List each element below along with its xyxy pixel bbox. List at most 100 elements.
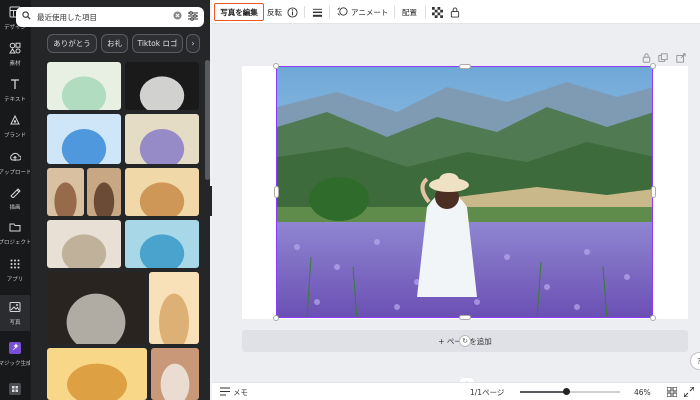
toolbar-divider (394, 6, 395, 18)
rail-item-folder[interactable]: プロジェクト (0, 215, 32, 251)
chip-label: Tiktok ロゴ (137, 39, 178, 48)
folder-icon (9, 221, 21, 236)
page-count[interactable]: 1/1ページ (470, 386, 504, 398)
thumb-woman-lavender[interactable] (125, 114, 199, 164)
rail-item-label: ブランド (3, 132, 26, 139)
brand-icon (9, 114, 21, 129)
rail-item-draw[interactable]: 描画 (0, 180, 30, 216)
search-value: 最近使用した項目 (37, 12, 97, 22)
share-page-icon[interactable] (675, 52, 687, 64)
top-toolbar: 写真を編集 反転 アニメート 配置 (212, 0, 700, 24)
more-apps-icon (9, 382, 21, 398)
draw-icon (9, 186, 21, 201)
animate-label: アニメート (351, 7, 389, 17)
resize-handle-top-right[interactable] (650, 63, 656, 69)
photo-icon (9, 301, 21, 316)
rail-item-apps[interactable]: アプリ (0, 252, 30, 288)
thumb-woman-field[interactable] (47, 220, 121, 268)
toolbar-divider (425, 6, 426, 18)
line-weight-icon[interactable] (312, 3, 323, 21)
apps-icon (9, 258, 21, 273)
rail-item-label: 描画 (9, 204, 21, 211)
resize-handle-bottom-right[interactable] (650, 315, 656, 321)
resize-handle-right[interactable] (651, 186, 656, 198)
zoom-slider-fill (520, 391, 566, 393)
position-label: 配置 (402, 7, 417, 17)
rail-item-label: 素材 (9, 60, 21, 67)
resize-handle-bottom-left[interactable] (273, 315, 279, 321)
info-icon[interactable] (287, 3, 298, 21)
photos-panel: ありがとう お礼 Tiktok ロゴ › (30, 0, 210, 400)
upload-icon (9, 151, 22, 166)
photos-panel-body: ありがとう お礼 Tiktok ロゴ › (31, 0, 211, 400)
panel-scrollbar[interactable] (205, 60, 210, 180)
zoom-slider[interactable] (520, 388, 620, 395)
lock-icon[interactable] (450, 3, 460, 21)
thumb-latte-art[interactable] (87, 168, 121, 216)
thumb-woman-beach[interactable] (125, 220, 199, 268)
rotate-icon[interactable]: ↻ (459, 335, 471, 347)
photo-woman-lavender-field (277, 67, 652, 317)
rail-item-label: 写真 (9, 319, 21, 326)
notes-label: メモ (233, 387, 248, 397)
elements-icon (9, 42, 21, 57)
selected-photo[interactable] (276, 66, 653, 318)
magic-icon (9, 341, 21, 357)
chips-next-button[interactable]: › (186, 34, 200, 53)
bottom-bar: メモ 1/1ページ 46% (212, 382, 700, 400)
text-icon (9, 78, 21, 93)
thumb-woman-autumn[interactable] (47, 348, 147, 400)
left-rail: デザイン 素材 テキスト ブランド アップロード 描画 プロジェクト アプリ 写真 マジック生成 (0, 0, 32, 400)
flip-label: 反転 (267, 7, 282, 17)
suggestion-chip[interactable]: ありがとう (47, 34, 97, 53)
rail-item-text[interactable]: テキスト (0, 72, 30, 108)
edit-photo-button[interactable]: 写真を編集 (214, 3, 264, 21)
rail-item-upload[interactable]: アップロード (0, 145, 32, 181)
fullscreen-icon[interactable] (684, 386, 694, 398)
thumb-woman-headphones[interactable] (125, 62, 199, 110)
chip-label: お礼 (107, 39, 122, 48)
resize-handle-top[interactable] (459, 64, 471, 69)
suggestion-chip[interactable]: お礼 (101, 34, 128, 53)
notes-icon (220, 387, 230, 398)
position-button[interactable]: 配置 (402, 3, 417, 21)
page-lock-icon[interactable] (640, 52, 652, 64)
suggestion-chip[interactable]: Tiktok ロゴ (132, 34, 183, 53)
zoom-level-label: 46% (634, 387, 651, 397)
filter-icon[interactable] (188, 10, 198, 24)
rail-item-brand[interactable]: ブランド (0, 108, 30, 144)
resize-handle-bottom[interactable] (459, 315, 471, 320)
thumb-woman-sunset[interactable] (149, 272, 199, 344)
thumb-woman-street[interactable] (47, 272, 145, 344)
resize-handle-left[interactable] (274, 186, 279, 198)
notes-button[interactable]: メモ (220, 386, 248, 398)
toolbar-divider (329, 6, 330, 18)
search-input[interactable]: 最近使用した項目 (16, 7, 204, 27)
rail-item-label: マジック生成 (0, 360, 32, 367)
duplicate-page-icon[interactable] (657, 52, 669, 64)
rail-item-magic[interactable]: マジック生成 (0, 336, 32, 372)
rail-item-elements[interactable]: 素材 (0, 36, 30, 72)
thumb-picnic-food[interactable] (125, 168, 199, 216)
animate-icon (337, 6, 348, 19)
rail-item-label: アップロード (0, 169, 32, 176)
edit-photo-label: 写真を編集 (220, 7, 258, 17)
thumb-woman-blue-sky[interactable] (47, 114, 121, 164)
zoom-slider-knob[interactable] (563, 388, 570, 395)
rail-item-label: テキスト (4, 96, 26, 103)
clear-icon[interactable] (173, 11, 182, 23)
flip-button[interactable]: 反転 (267, 3, 282, 21)
animate-button[interactable]: アニメート (337, 3, 388, 21)
resize-handle-top-left[interactable] (273, 63, 279, 69)
thumb-skincare-flatlay[interactable] (47, 62, 121, 110)
thumb-coffee-cup[interactable] (47, 168, 84, 216)
toolbar-divider (304, 6, 305, 18)
grid-view-icon[interactable] (667, 386, 677, 398)
page-count-label: 1/1ページ (470, 387, 505, 397)
thumb-woman-smiling[interactable] (151, 348, 199, 400)
rail-item-label: アプリ (6, 276, 24, 283)
transparency-icon[interactable] (432, 3, 443, 21)
rail-item-more[interactable] (0, 372, 30, 400)
zoom-level[interactable]: 46% (634, 386, 651, 398)
rail-item-photo[interactable]: 写真 (0, 295, 30, 331)
